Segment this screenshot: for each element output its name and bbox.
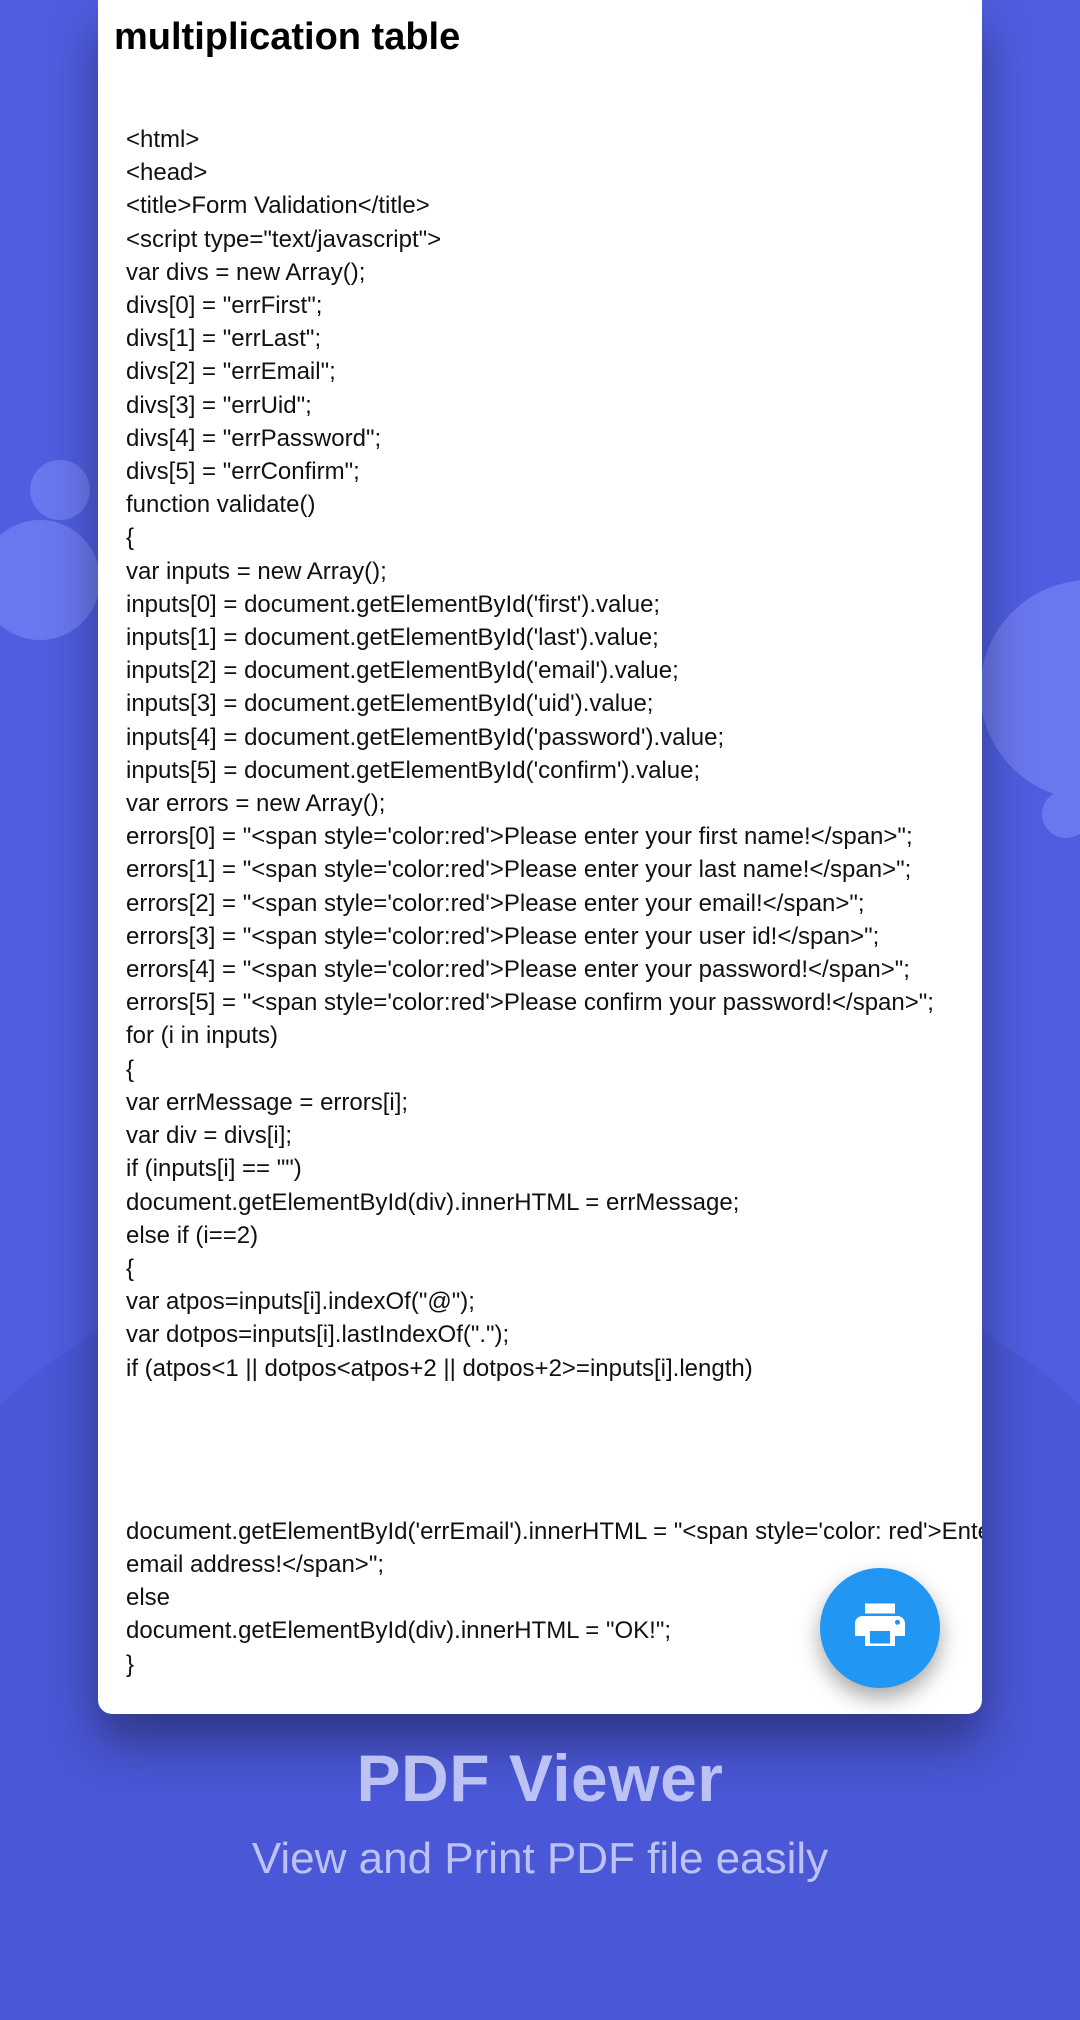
code-line: divs[3] = "errUid"; xyxy=(126,389,954,422)
promo-block: PDF Viewer View and Print PDF file easil… xyxy=(0,1740,1080,1884)
code-line: divs[4] = "errPassword"; xyxy=(126,422,954,455)
print-icon xyxy=(850,1596,910,1661)
code-line: errors[3] = "<span style='color:red'>Ple… xyxy=(126,920,954,953)
code-line: document.getElementById(div).innerHTML =… xyxy=(126,1186,954,1219)
code-line: divs[0] = "errFirst"; xyxy=(126,289,954,322)
document-title: multiplication table xyxy=(98,0,982,63)
code-line: { xyxy=(126,521,954,554)
code-line: else if (i==2) xyxy=(126,1219,954,1252)
code-line: divs[1] = "errLast"; xyxy=(126,322,954,355)
code-line: for (i in inputs) xyxy=(126,1019,954,1052)
code-line: inputs[0] = document.getElementById('fir… xyxy=(126,588,954,621)
code-line: if (inputs[i] == "") xyxy=(126,1152,954,1185)
promo-subtitle: View and Print PDF file easily xyxy=(0,1834,1080,1884)
code-line: var div = divs[i]; xyxy=(126,1119,954,1152)
code-line: <html> xyxy=(126,123,954,156)
code-line: <title>Form Validation</title> xyxy=(126,189,954,222)
code-line: errors[4] = "<span style='color:red'>Ple… xyxy=(126,953,954,986)
document-body: <html><head><title>Form Validation</titl… xyxy=(98,63,982,1714)
code-line: var atpos=inputs[i].indexOf("@"); xyxy=(126,1285,954,1318)
code-line: errors[0] = "<span style='color:red'>Ple… xyxy=(126,820,954,853)
promo-title: PDF Viewer xyxy=(0,1740,1080,1816)
print-button[interactable] xyxy=(820,1568,940,1688)
code-line: <head> xyxy=(126,156,954,189)
code-line: var divs = new Array(); xyxy=(126,256,954,289)
code-line: inputs[4] = document.getElementById('pas… xyxy=(126,721,954,754)
code-line: errors[2] = "<span style='color:red'>Ple… xyxy=(126,887,954,920)
code-line: { xyxy=(126,1252,954,1285)
code-line: divs[5] = "errConfirm"; xyxy=(126,455,954,488)
code-line: document.getElementById('errEmail').inne… xyxy=(126,1515,954,1548)
code-line: inputs[1] = document.getElementById('las… xyxy=(126,621,954,654)
background-circle xyxy=(30,460,90,520)
code-line: inputs[2] = document.getElementById('ema… xyxy=(126,654,954,687)
code-line: var errMessage = errors[i]; xyxy=(126,1086,954,1119)
code-line: inputs[3] = document.getElementById('uid… xyxy=(126,687,954,720)
document-preview[interactable]: multiplication table <html><head><title>… xyxy=(98,0,982,1714)
code-line: errors[1] = "<span style='color:red'>Ple… xyxy=(126,853,954,886)
background-circle xyxy=(980,580,1080,800)
code-line: inputs[5] = document.getElementById('con… xyxy=(126,754,954,787)
code-line: email address!</span>"; xyxy=(126,1548,954,1581)
code-line: var errors = new Array(); xyxy=(126,787,954,820)
code-line: { xyxy=(126,1053,954,1086)
background-circle xyxy=(0,520,100,640)
code-line: var dotpos=inputs[i].lastIndexOf("."); xyxy=(126,1318,954,1351)
code-line: function validate() xyxy=(126,488,954,521)
code-line: <script type="text/javascript"> xyxy=(126,223,954,256)
code-line: var inputs = new Array(); xyxy=(126,555,954,588)
background-circle xyxy=(1042,790,1080,838)
code-line: errors[5] = "<span style='color:red'>Ple… xyxy=(126,986,954,1019)
code-line: divs[2] = "errEmail"; xyxy=(126,355,954,388)
code-line: if (atpos<1 || dotpos<atpos+2 || dotpos+… xyxy=(126,1352,954,1385)
